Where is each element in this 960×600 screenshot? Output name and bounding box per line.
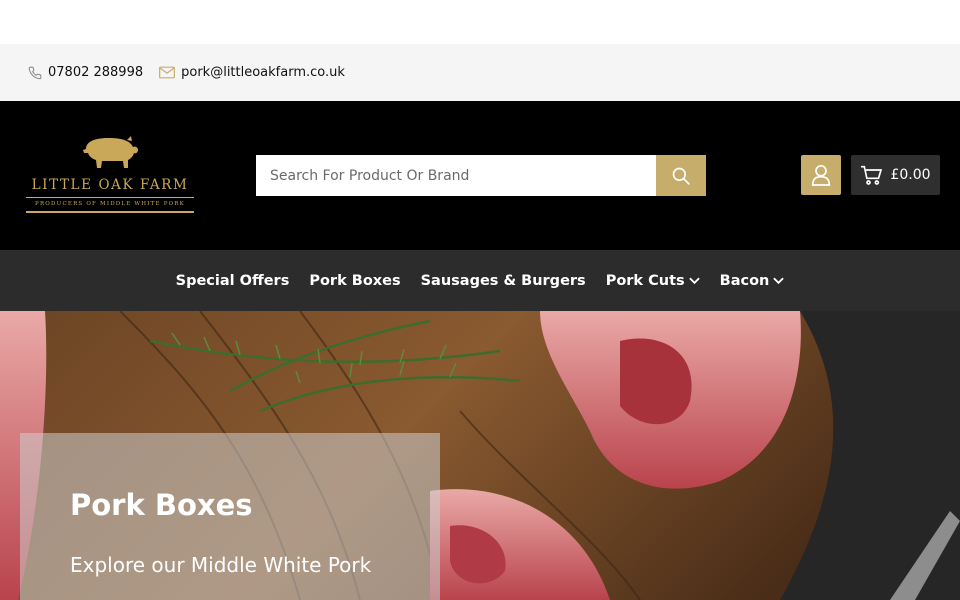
phone-icon	[28, 66, 42, 79]
cart-button[interactable]: £0.00	[851, 155, 940, 195]
user-icon	[811, 164, 831, 186]
main-navigation: Special Offers Pork Boxes Sausages & Bur…	[0, 250, 960, 311]
cart-icon	[861, 165, 883, 185]
nav-item-label: Sausages & Burgers	[420, 272, 586, 289]
site-header: LITTLE OAK FARM PRODUCERS OF MIDDLE WHIT…	[0, 101, 960, 250]
nav-item-sausages-burgers[interactable]: Sausages & Burgers	[421, 273, 586, 289]
nav-item-label: Pork Cuts	[605, 272, 685, 289]
search-icon	[672, 167, 690, 185]
chevron-down-icon	[688, 277, 700, 284]
mail-icon	[159, 66, 176, 79]
phone-number: 07802 288998	[48, 65, 144, 80]
hero-title: Pork Boxes	[70, 488, 253, 522]
hero-overlay: Pork Boxes Explore our Middle White Pork	[20, 433, 440, 600]
logo-divider	[26, 197, 194, 198]
contact-bar: 07802 288998 pork@littleoakfarm.co.uk	[0, 44, 960, 101]
cart-total: £0.00	[890, 167, 931, 183]
hero-subtitle: Explore our Middle White Pork	[70, 553, 372, 577]
logo-name: LITTLE OAK FARM	[31, 177, 189, 193]
search-button[interactable]	[656, 155, 706, 196]
nav-item-label: Pork Boxes	[309, 272, 401, 289]
nav-item-special-offers[interactable]: Special Offers	[176, 273, 290, 289]
chevron-down-icon	[773, 277, 785, 284]
search-input[interactable]	[256, 155, 656, 196]
nav-item-pork-cuts[interactable]: Pork Cuts	[606, 273, 700, 289]
nav-item-label: Special Offers	[175, 272, 290, 289]
phone-link[interactable]: 07802 288998	[28, 65, 143, 80]
email-address: pork@littleoakfarm.co.uk	[181, 65, 345, 80]
pig-logo-icon	[83, 136, 138, 168]
logo-divider-bottom	[26, 211, 194, 213]
logo-tagline: PRODUCERS OF MIDDLE WHITE PORK	[35, 201, 185, 207]
hero-banner[interactable]: Pork Boxes Explore our Middle White Pork	[0, 311, 960, 600]
nav-item-label: Bacon	[719, 272, 770, 289]
nav-item-bacon[interactable]: Bacon	[720, 273, 785, 289]
top-blank-area	[0, 0, 960, 44]
account-button[interactable]	[801, 155, 841, 195]
site-logo[interactable]: LITTLE OAK FARM PRODUCERS OF MIDDLE WHIT…	[24, 135, 196, 221]
nav-item-pork-boxes[interactable]: Pork Boxes	[309, 273, 400, 289]
email-link[interactable]: pork@littleoakfarm.co.uk	[159, 65, 345, 80]
